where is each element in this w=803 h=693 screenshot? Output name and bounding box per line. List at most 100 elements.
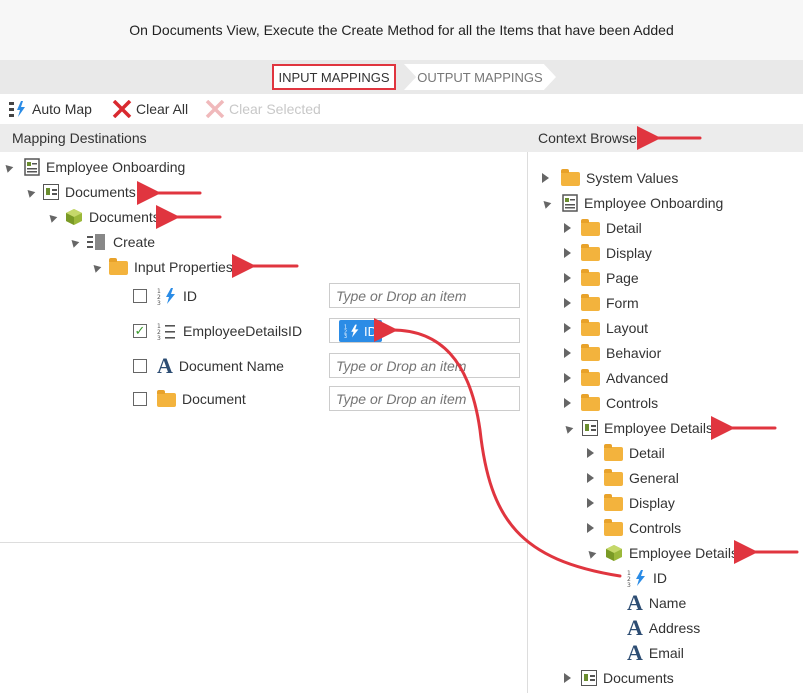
view-icon: [581, 670, 597, 686]
clear-selected-label: Clear Selected: [229, 101, 321, 117]
expand-toggle-icon[interactable]: [540, 197, 552, 209]
tree-node-documents-view[interactable]: Documents: [24, 181, 136, 203]
text-icon: A: [627, 615, 643, 640]
tree-node-label: Display: [629, 495, 675, 511]
clear-all-button[interactable]: Clear All: [112, 100, 188, 118]
expand-toggle-icon[interactable]: [564, 673, 571, 683]
id-mapping-input[interactable]: [329, 283, 520, 308]
context-node-employee-details-view[interactable]: Employee Details: [562, 417, 713, 439]
property-checkbox-checked[interactable]: ✓: [133, 323, 147, 338]
context-node-folder[interactable]: Display: [564, 242, 652, 264]
folder-icon: [581, 244, 600, 261]
property-checkbox[interactable]: [133, 359, 147, 373]
context-node-folder[interactable]: Page: [564, 267, 639, 289]
tab-input-mappings[interactable]: INPUT MAPPINGS: [272, 64, 396, 90]
tree-node-label: Documents: [89, 209, 160, 225]
toolbar: Auto Map Clear All Clear Selected: [0, 94, 803, 124]
expand-toggle-icon[interactable]: [564, 348, 571, 358]
tab-output-mappings[interactable]: OUTPUT MAPPINGS: [404, 64, 556, 90]
tree-node-label: Employee Onboarding: [46, 159, 186, 175]
context-node-folder[interactable]: Form: [564, 292, 639, 314]
expand-toggle-icon[interactable]: [46, 211, 58, 223]
context-node-folder[interactable]: Behavior: [564, 342, 661, 364]
folder-icon: [581, 294, 600, 311]
number-list-icon: 1 2 3: [157, 323, 175, 340]
auto-map-label: Auto Map: [32, 101, 92, 117]
folder-icon: [604, 469, 623, 486]
folder-icon: [581, 344, 600, 361]
expand-toggle-icon[interactable]: [587, 448, 594, 458]
tree-node-label: Layout: [606, 320, 649, 336]
tree-node-input-properties[interactable]: Input Properties: [90, 256, 233, 278]
field-label: Name: [648, 595, 687, 611]
context-field-email[interactable]: A Email: [627, 642, 684, 664]
context-field-address[interactable]: A Address: [627, 617, 700, 639]
context-field-name[interactable]: A Name: [627, 592, 686, 614]
context-node-folder[interactable]: Layout: [564, 317, 648, 339]
context-field-id[interactable]: 1 2 3 ID: [627, 567, 667, 589]
context-node-folder[interactable]: Controls: [587, 517, 681, 539]
expand-toggle-icon[interactable]: [564, 398, 571, 408]
expand-toggle-icon[interactable]: [587, 523, 594, 533]
expand-toggle-icon[interactable]: [564, 298, 571, 308]
document-name-mapping-input[interactable]: [329, 353, 520, 378]
expand-toggle-icon[interactable]: [564, 373, 571, 383]
smartform-icon: [562, 194, 578, 212]
document-mapping-input[interactable]: [329, 386, 520, 411]
context-node-documents[interactable]: Documents: [564, 667, 674, 689]
expand-toggle-icon[interactable]: [585, 547, 597, 559]
page-header: On Documents View, Execute the Create Me…: [0, 0, 803, 60]
property-label: Document Name: [178, 358, 284, 374]
context-node-employee-details-object[interactable]: Employee Details: [585, 542, 738, 564]
folder-icon: [581, 369, 600, 386]
context-node-folder[interactable]: Controls: [564, 392, 658, 414]
text-icon: A: [157, 353, 173, 378]
property-checkbox[interactable]: [133, 392, 147, 406]
tree-node-employee-onboarding[interactable]: Employee Onboarding: [2, 156, 186, 178]
context-node-folder[interactable]: General: [587, 467, 679, 489]
tree-node-label: Form: [606, 295, 639, 311]
auto-map-button[interactable]: Auto Map: [8, 100, 92, 118]
mapped-item-chip[interactable]: 1 2 3 ID: [339, 320, 382, 342]
expand-toggle-icon[interactable]: [587, 473, 594, 483]
expand-toggle-icon[interactable]: [562, 422, 574, 434]
context-node-folder[interactable]: Detail: [564, 217, 642, 239]
folder-icon: [581, 219, 600, 236]
tree-node-label: Employee Details: [629, 545, 738, 561]
smartobject-icon: [66, 209, 82, 225]
property-checkbox[interactable]: [133, 289, 147, 303]
property-row-document: Document: [133, 388, 246, 410]
method-icon: [87, 234, 105, 250]
expand-toggle-icon[interactable]: [68, 236, 80, 248]
context-node-system-values[interactable]: System Values: [542, 167, 678, 189]
tree-node-label: Documents: [65, 184, 136, 200]
tree-node-label: Display: [606, 245, 652, 261]
property-label: EmployeeDetailsID: [183, 323, 303, 339]
tree-node-label: Controls: [606, 395, 659, 411]
property-label: ID: [183, 288, 197, 304]
svg-text:3: 3: [627, 582, 631, 587]
context-node-employee-onboarding[interactable]: Employee Onboarding: [540, 192, 723, 214]
field-label: Email: [648, 645, 684, 661]
context-node-folder[interactable]: Detail: [587, 442, 665, 464]
expand-toggle-icon[interactable]: [587, 498, 594, 508]
context-node-folder[interactable]: Advanced: [564, 367, 668, 389]
folder-icon: [581, 269, 600, 286]
close-icon: [205, 100, 225, 118]
expand-toggle-icon[interactable]: [24, 186, 36, 198]
folder-icon: [581, 394, 600, 411]
view-icon: [582, 420, 598, 436]
expand-toggle-icon[interactable]: [564, 273, 571, 283]
expand-toggle-icon[interactable]: [564, 223, 571, 233]
folder-icon: [109, 258, 128, 275]
expand-toggle-icon[interactable]: [564, 248, 571, 258]
expand-toggle-icon[interactable]: [2, 161, 14, 173]
tree-node-create-method[interactable]: Create: [68, 231, 155, 253]
expand-toggle-icon[interactable]: [564, 323, 571, 333]
expand-toggle-icon[interactable]: [90, 261, 102, 273]
clear-selected-button[interactable]: Clear Selected: [205, 100, 321, 118]
tree-node-documents-object[interactable]: Documents: [46, 206, 160, 228]
expand-toggle-icon[interactable]: [542, 173, 549, 183]
folder-icon: [604, 494, 623, 511]
context-node-folder[interactable]: Display: [587, 492, 675, 514]
